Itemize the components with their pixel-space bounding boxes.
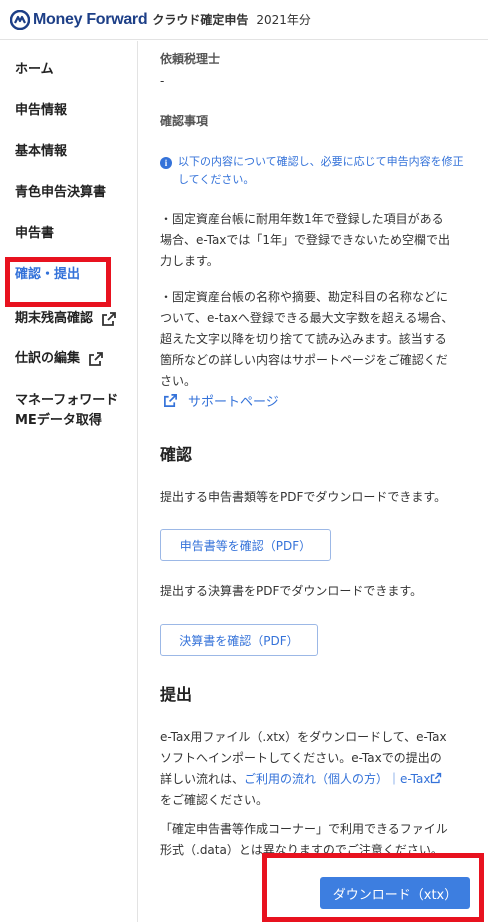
note-line: 箇所などの詳しい内容はサポートページをご確認くだ [160,353,448,367]
note-line: 超えた文字以降を切り捨てて読み込みます。該当する [160,332,447,346]
money-forward-logo-icon [10,9,30,30]
sidebar-item-balance-check[interactable]: 期末残高確認 [15,309,117,329]
submit-text: 詳しい流れは、 [160,772,245,786]
note-line: ・固定資産台帳に耐用年数1年で登録した項目がある [160,212,444,226]
support-page-link[interactable]: サポートページ [163,391,279,410]
external-link-icon [89,352,103,366]
sidebar-item-label: マネーフォワード [15,393,119,408]
sidebar-item-label: 仕訳の編集 [15,351,81,366]
info-notice: i 以下の内容について確認し、必要に応じて申告内容を修正 してください。 [160,153,480,189]
submit-line: をご確認ください。 [160,793,269,807]
submit-heading: 提出 [160,685,193,704]
confirm-statement-pdf-button[interactable]: 決算書を確認（PDF） [160,624,318,656]
sidebar: ホーム 申告情報 基本情報 青色申告決算書 申告書 確認・提出 期末残高確認 仕… [0,41,138,922]
external-link-icon [102,312,116,326]
sidebar-item-label: 申告情報 [15,103,68,118]
note-fixed-asset-2: ・固定資産台帳の名称や摘要、勘定科目の名称などに ついて、e-taxへ登録できる… [160,287,453,392]
note-line: さい。 [160,374,197,388]
brand-name: Money Forward [33,10,148,28]
note-line: ・固定資産台帳の名称や摘要、勘定科目の名称などに [160,290,449,304]
etax-link[interactable]: e-Tax [400,772,430,786]
sidebar-item-label: 青色申告決算書 [15,185,107,200]
confirm-returns-pdf-button[interactable]: 申告書等を確認（PDF） [160,529,331,561]
product-name: クラウド確定申告 [152,13,249,27]
submit-line: e-Tax用ファイル（.xtx）をダウンロードして、e-Tax [160,730,447,744]
external-link-icon [164,394,177,407]
sidebar-item-label: ホーム [15,62,54,77]
sidebar-item-return[interactable]: 申告書 [15,224,54,244]
note-line: ついて、e-taxへ登録できる最大文字数を超える場合、 [160,311,454,325]
sidebar-item-me-data[interactable]: マネーフォワード MEデータ取得 [15,391,118,431]
usage-flow-link[interactable]: ご利用の流れ（個人の方） [244,772,388,786]
fiscal-year: 2021年分 [256,13,311,27]
note-fixed-asset-1: ・固定資産台帳に耐用年数1年で登録した項目がある 場合、e-Taxでは「1年」で… [160,209,450,272]
highlight-box-confirm [5,257,111,307]
sidebar-item-journal-edit[interactable]: 仕訳の編集 [15,349,104,369]
sidebar-item-home[interactable]: ホーム [15,60,54,80]
sidebar-item-basic-info[interactable]: 基本情報 [15,142,67,162]
support-link-label: サポートページ [188,395,279,410]
button-label: 申告書等を確認（PDF） [179,538,312,553]
note-line: 場合、e-Taxでは「1年」で登録できないため空欄で出 [160,233,451,247]
sidebar-item-label: 申告書 [15,226,55,241]
info-icon: i [160,157,172,169]
confirm-desc-returns: 提出する申告書類等をPDFでダウンロードできます。 [160,490,447,504]
link-separator: ｜ [388,772,401,786]
highlight-box-download [262,853,484,922]
sidebar-item-filing-info[interactable]: 申告情報 [15,101,67,121]
sidebar-item-label: MEデータ取得 [15,413,102,428]
confirm-items-label: 確認事項 [160,114,209,128]
app-header: Money Forward クラウド確定申告 2021年分 [0,0,488,40]
confirm-desc-statement: 提出する決算書をPDFでダウンロードできます。 [160,584,423,598]
button-label: 決算書を確認（PDF） [179,633,299,648]
tax-accountant-value: - [160,74,165,88]
submit-line: 詳しい流れは、ご利用の流れ（個人の方）｜e-Tax [160,769,447,790]
sidebar-item-label: 基本情報 [15,144,68,159]
main-content: 依頼税理士 - 確認事項 i 以下の内容について確認し、必要に応じて申告内容を修… [139,41,488,922]
info-text: してください。 [178,173,255,186]
note-line: 力します。 [160,254,219,268]
confirm-heading: 確認 [160,445,193,464]
caution-line: 「確定申告書等作成コーナー」で利用できるファイル [160,822,448,836]
sidebar-item-label: 期末残高確認 [15,311,94,326]
external-link-icon [431,772,442,784]
submit-desc: e-Tax用ファイル（.xtx）をダウンロードして、e-Tax ソフトへインポー… [160,727,447,811]
sidebar-item-blue-return[interactable]: 青色申告決算書 [15,183,106,203]
info-text: 以下の内容について確認し、必要に応じて申告内容を修正 [178,155,464,168]
tax-accountant-label: 依頼税理士 [160,52,221,66]
submit-line: ソフトへインポートしてください。e-Taxでの提出の [160,751,442,765]
